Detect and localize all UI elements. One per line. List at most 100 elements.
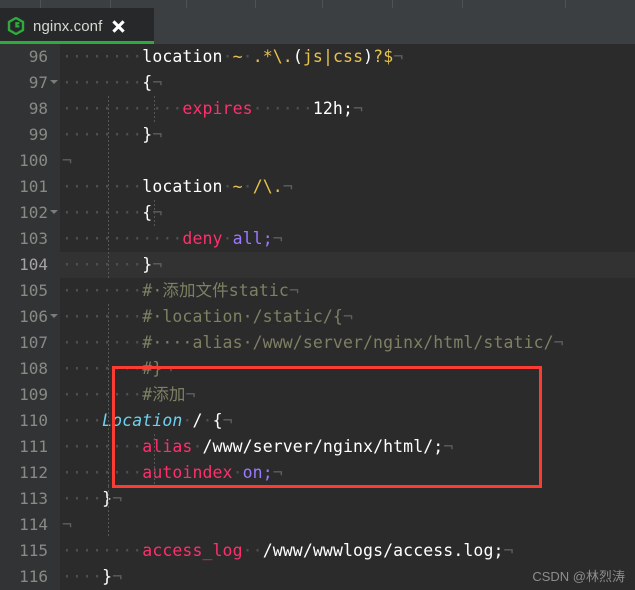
code-token: ········ bbox=[62, 437, 143, 456]
code-token: css bbox=[333, 47, 364, 66]
fold-arrow-icon[interactable] bbox=[50, 314, 58, 318]
code-line[interactable]: 113 ····}¬ bbox=[0, 486, 635, 512]
code-token: { bbox=[142, 73, 153, 92]
code-line[interactable]: 97 ········{¬ bbox=[0, 70, 635, 96]
code-token: location bbox=[142, 47, 223, 66]
code-token: ¬ bbox=[393, 47, 404, 66]
code-line[interactable]: 105 ········#·添加文件static¬ bbox=[0, 278, 635, 304]
watermark-text: CSDN @林烈涛 bbox=[532, 569, 625, 584]
line-number: 107 bbox=[19, 333, 48, 352]
code-token: ¬ bbox=[288, 281, 299, 300]
indent-guide-4 bbox=[154, 96, 155, 122]
code-line[interactable]: 107 ········#····alias·/www/server/nginx/… bbox=[0, 330, 635, 356]
fold-arrow-icon[interactable] bbox=[50, 80, 58, 84]
editor-window: nginx.conf 96 ········location·~·.*\.(js|… bbox=[0, 0, 635, 590]
code-token: ~ bbox=[232, 177, 243, 196]
code-token: ( bbox=[292, 47, 303, 66]
line-content: ········#添加¬ bbox=[62, 382, 196, 408]
code-line[interactable]: 104 ········}¬ bbox=[0, 252, 635, 278]
code-line[interactable]: 103 ············deny·all;¬ bbox=[0, 226, 635, 252]
nginx-file-icon bbox=[7, 16, 25, 36]
indent-guide-1 bbox=[108, 96, 109, 278]
code-line[interactable]: 109 ········#添加¬ bbox=[0, 382, 635, 408]
code-line[interactable]: 114 ¬ bbox=[0, 512, 635, 538]
code-line[interactable]: 98 ············expires······12h;¬ bbox=[0, 96, 635, 122]
code-token: ¬ bbox=[272, 229, 283, 248]
code-editor[interactable]: 96 ········location·~·.*\.(js|css)?$¬ 97 ··… bbox=[0, 44, 635, 590]
code-token: ¬ bbox=[62, 515, 73, 534]
code-line[interactable]: 111 ········alias·/www/server/nginx/html/… bbox=[0, 434, 635, 460]
line-content: ········}¬ bbox=[62, 122, 162, 148]
indent-guide-6 bbox=[154, 434, 155, 486]
code-token: access_log bbox=[142, 541, 243, 560]
line-content: ····}¬ bbox=[62, 564, 122, 590]
code-token: ¬ bbox=[112, 489, 123, 508]
line-number: 102 bbox=[19, 203, 48, 222]
code-token: ¬ bbox=[443, 437, 454, 456]
code-token: ········ bbox=[62, 385, 143, 404]
code-token: ········ bbox=[62, 307, 143, 326]
code-token: ········ bbox=[62, 255, 143, 274]
code-token: #添加 bbox=[142, 385, 186, 404]
code-token: ¬ bbox=[112, 567, 123, 586]
code-token: { bbox=[212, 411, 223, 430]
code-token: /www/server/nginx/html/; bbox=[202, 437, 444, 456]
code-line[interactable]: 110 ····Location·/·{¬ bbox=[0, 408, 635, 434]
code-token: ············ bbox=[62, 99, 183, 118]
line-number: 99 bbox=[28, 125, 48, 144]
code-token: on; bbox=[242, 463, 273, 482]
line-content: ¬ bbox=[62, 148, 72, 174]
code-token: ¬ bbox=[222, 411, 233, 430]
code-token: ¬ bbox=[272, 463, 283, 482]
code-token: ?$ bbox=[373, 47, 394, 66]
close-icon[interactable] bbox=[111, 19, 126, 34]
line-number: 103 bbox=[19, 229, 48, 248]
code-token: ········ bbox=[62, 333, 143, 352]
code-line[interactable]: 99 ········}¬ bbox=[0, 122, 635, 148]
line-content: ····Location·/·{¬ bbox=[62, 408, 233, 434]
code-token: · bbox=[222, 177, 233, 196]
code-token: ¬ bbox=[62, 151, 73, 170]
code-token: ············ bbox=[62, 229, 183, 248]
code-line[interactable]: 106 ········#·location·/static/{¬ bbox=[0, 304, 635, 330]
code-line[interactable]: 112 ········autoindex·on;¬ bbox=[0, 460, 635, 486]
code-token: { bbox=[142, 203, 153, 222]
line-content: ········#····alias·/www/server/nginx/htm… bbox=[62, 330, 564, 356]
line-content: ········alias·/www/server/nginx/html/;¬ bbox=[62, 434, 453, 460]
code-token: / bbox=[192, 411, 203, 430]
code-line[interactable]: 100 ¬ bbox=[0, 148, 635, 174]
code-line[interactable]: 108 ········#}¬ bbox=[0, 356, 635, 382]
code-token: js bbox=[302, 47, 323, 66]
code-token: /\. bbox=[252, 177, 283, 196]
code-token: ) bbox=[363, 47, 374, 66]
code-token: · bbox=[232, 463, 243, 482]
fold-arrow-icon[interactable] bbox=[50, 210, 58, 214]
line-number: 115 bbox=[19, 541, 48, 560]
code-token: #·添加文件static bbox=[142, 281, 289, 300]
line-number: 104 bbox=[19, 255, 48, 274]
code-token: ···· bbox=[62, 567, 103, 586]
window-top-strip bbox=[0, 0, 635, 8]
line-number: 109 bbox=[19, 385, 48, 404]
code-lines-container[interactable]: 96 ········location·~·.*\.(js|css)?$¬ 97 ··… bbox=[0, 44, 635, 590]
indent-guide-2 bbox=[108, 304, 109, 486]
line-number: 114 bbox=[19, 515, 48, 534]
code-token: ···· bbox=[62, 411, 103, 430]
code-line[interactable]: 101 ········location·~·/\.¬ bbox=[0, 174, 635, 200]
code-token: | bbox=[322, 47, 334, 66]
code-token: expires bbox=[182, 99, 253, 118]
code-token: location bbox=[142, 177, 223, 196]
code-line[interactable]: 102 ········{¬ bbox=[0, 200, 635, 226]
code-line[interactable]: 115 ········access_log··/www/wwwlogs/acce… bbox=[0, 538, 635, 564]
code-token: ······ bbox=[252, 99, 313, 118]
code-token: · bbox=[222, 47, 233, 66]
line-content: ········#}¬ bbox=[62, 356, 172, 382]
tab-nginx-conf[interactable]: nginx.conf bbox=[0, 8, 154, 44]
code-token: ¬ bbox=[185, 385, 196, 404]
line-number: 101 bbox=[19, 177, 48, 196]
code-line[interactable]: 96 ········location·~·.*\.(js|css)?$¬ bbox=[0, 44, 635, 70]
line-number: 105 bbox=[19, 281, 48, 300]
code-token: .*\. bbox=[252, 47, 293, 66]
tab-bar: nginx.conf bbox=[0, 8, 635, 44]
code-token: · bbox=[182, 411, 193, 430]
